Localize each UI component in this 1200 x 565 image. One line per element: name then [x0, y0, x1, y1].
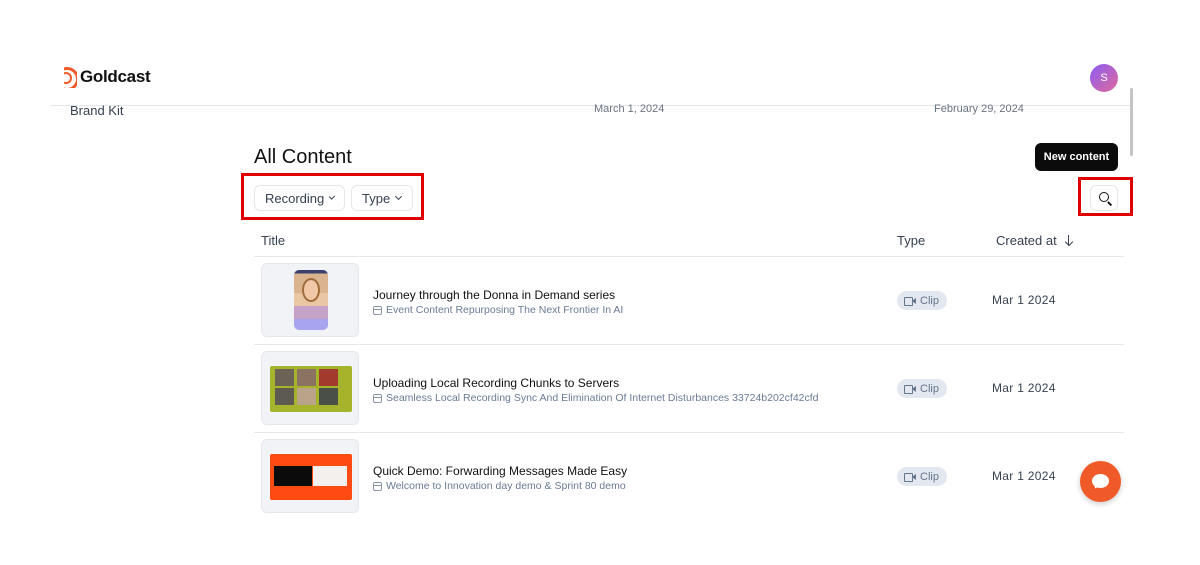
recording-filter-dropdown[interactable]: Recording — [254, 185, 345, 211]
table-header: Title Type Created at — [254, 228, 1124, 257]
column-header-type: Type — [897, 233, 926, 248]
video-icon — [904, 472, 916, 482]
row-title[interactable]: Uploading Local Recording Chunks to Serv… — [373, 376, 619, 390]
type-badge: Clip — [897, 467, 947, 486]
table-row[interactable]: Uploading Local Recording Chunks to Serv… — [254, 345, 1124, 433]
type-badge-label: Clip — [920, 294, 939, 307]
type-badge-label: Clip — [920, 382, 939, 395]
calendar-icon — [373, 481, 382, 491]
row-created-date: Mar 1 2024 — [992, 293, 1056, 307]
content-thumbnail[interactable] — [261, 351, 359, 425]
row-subtitle-text: Seamless Local Recording Sync And Elimin… — [386, 392, 819, 404]
recording-filter-label: Recording — [265, 190, 325, 206]
chat-button[interactable] — [1080, 461, 1121, 502]
page-title: All Content — [254, 146, 352, 168]
type-badge: Clip — [897, 379, 947, 398]
table-row[interactable]: Quick Demo: Forwarding Messages Made Eas… — [254, 433, 1124, 521]
column-header-created-at[interactable]: Created at — [996, 233, 1073, 248]
calendar-icon — [373, 393, 382, 403]
table-row[interactable]: Journey through the Donna in Demand seri… — [254, 257, 1124, 345]
column-header-created-at-label: Created at — [996, 233, 1057, 248]
content-thumbnail[interactable] — [261, 439, 359, 513]
background-row-date: February 29, 2024 — [934, 103, 1024, 115]
chevron-down-icon — [329, 193, 336, 200]
row-created-date: Mar 1 2024 — [992, 381, 1056, 395]
background-row-date: March 1, 2024 — [594, 103, 665, 115]
brand-name: Goldcast — [80, 67, 151, 86]
row-title[interactable]: Journey through the Donna in Demand seri… — [373, 288, 615, 302]
scrollbar[interactable] — [1130, 88, 1133, 156]
sort-arrow-down-icon — [1065, 235, 1073, 246]
goldcast-logo-icon — [64, 66, 77, 88]
type-badge-label: Clip — [920, 470, 939, 483]
type-filter-dropdown[interactable]: Type — [351, 185, 413, 211]
row-created-date: Mar 1 2024 — [992, 469, 1056, 483]
row-subtitle-text: Welcome to Innovation day demo & Sprint … — [386, 480, 626, 492]
row-subtitle: Seamless Local Recording Sync And Elimin… — [373, 392, 819, 404]
video-icon — [904, 296, 916, 306]
user-avatar[interactable]: S — [1090, 64, 1118, 92]
type-badge: Clip — [897, 291, 947, 310]
background-row-label: Brand Kit — [70, 103, 124, 118]
brand-logo[interactable]: Goldcast — [64, 66, 151, 88]
video-icon — [904, 384, 916, 394]
type-filter-label: Type — [362, 190, 391, 206]
app-header: Goldcast S — [50, 62, 1130, 106]
row-subtitle: Welcome to Innovation day demo & Sprint … — [373, 480, 626, 492]
column-header-title: Title — [261, 233, 286, 248]
row-title[interactable]: Quick Demo: Forwarding Messages Made Eas… — [373, 464, 627, 478]
calendar-icon — [373, 305, 382, 315]
chevron-down-icon — [395, 192, 403, 201]
row-subtitle: Event Content Repurposing The Next Front… — [373, 304, 623, 316]
new-content-button[interactable]: New content — [1035, 143, 1118, 171]
row-subtitle-text: Event Content Repurposing The Next Front… — [386, 304, 624, 316]
content-thumbnail[interactable] — [261, 263, 359, 337]
search-button[interactable] — [1090, 185, 1118, 211]
